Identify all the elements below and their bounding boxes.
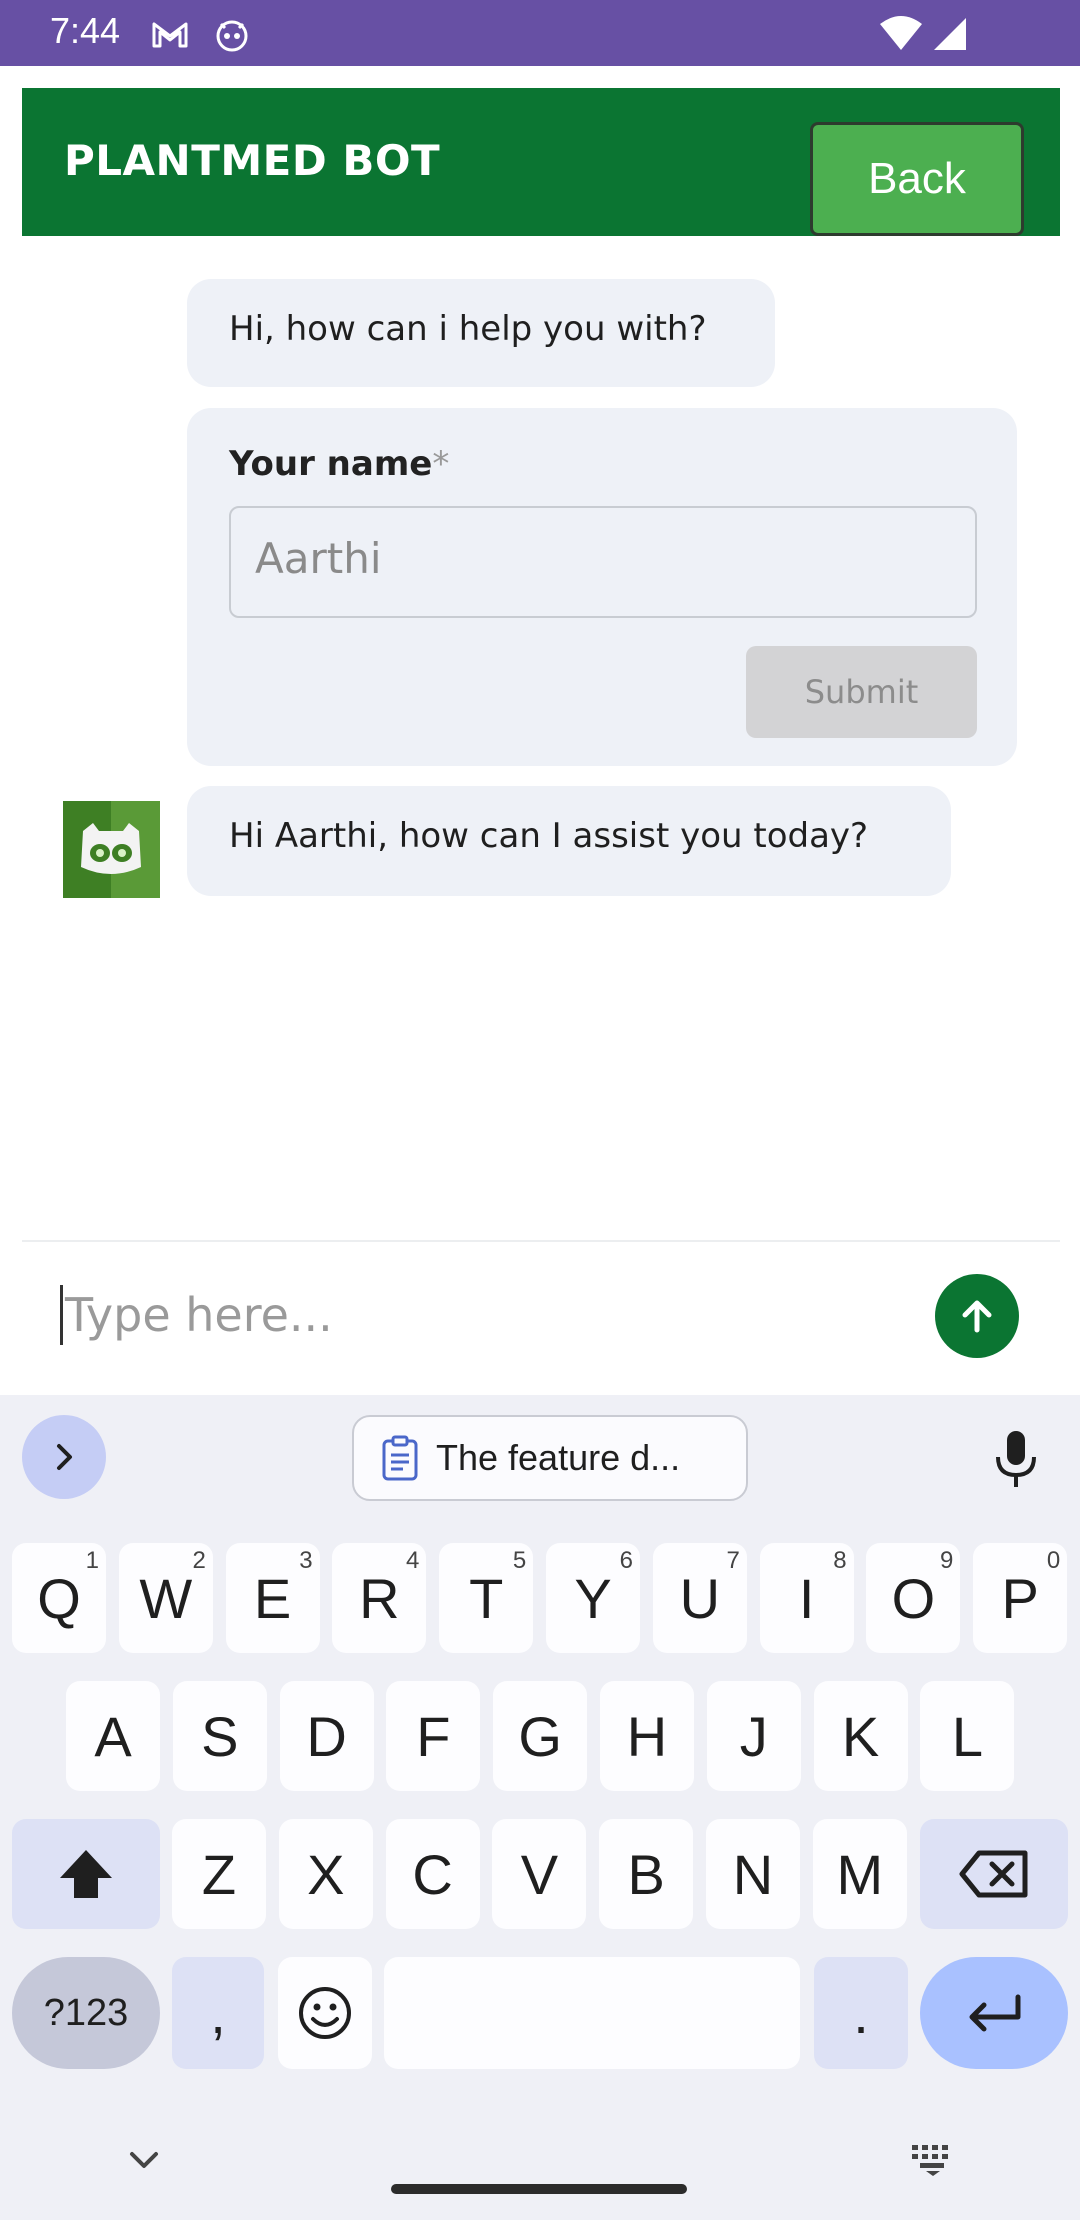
shift-key[interactable] bbox=[12, 1819, 160, 1929]
key-label: P bbox=[1001, 1566, 1039, 1630]
chevron-down-icon[interactable] bbox=[126, 2148, 162, 2172]
app-header: PLANTMED BOT Back bbox=[22, 88, 1060, 236]
robot-icon bbox=[63, 801, 160, 898]
key-label: Q bbox=[37, 1566, 81, 1630]
comma-key[interactable]: , bbox=[172, 1957, 264, 2069]
key-hint: 8 bbox=[833, 1547, 847, 1574]
name-label-text: Your name bbox=[229, 444, 433, 484]
clipboard-suggestion[interactable]: The feature d... bbox=[352, 1415, 748, 1501]
key-hint: 3 bbox=[299, 1547, 313, 1574]
key-d[interactable]: D bbox=[279, 1681, 374, 1791]
key-z[interactable]: Z bbox=[172, 1819, 266, 1929]
key-j[interactable]: J bbox=[706, 1681, 801, 1791]
key-p[interactable]: P0 bbox=[973, 1543, 1068, 1653]
key-y[interactable]: Y6 bbox=[546, 1543, 640, 1653]
key-hint: 6 bbox=[619, 1547, 633, 1574]
emoji-icon bbox=[299, 1987, 351, 2039]
required-mark: * bbox=[432, 444, 450, 484]
key-v[interactable]: V bbox=[492, 1819, 587, 1929]
page-title: PLANTMED BOT bbox=[64, 136, 441, 185]
keyboard-expand-button[interactable] bbox=[22, 1415, 106, 1499]
send-button[interactable] bbox=[935, 1274, 1019, 1358]
period-key[interactable]: . bbox=[814, 1957, 908, 2069]
key-o[interactable]: O9 bbox=[866, 1543, 961, 1653]
enter-icon bbox=[969, 1994, 1021, 2032]
gesture-nav-handle[interactable] bbox=[391, 2184, 687, 2194]
key-label: W bbox=[139, 1566, 193, 1630]
space-key[interactable] bbox=[384, 1957, 800, 2069]
soft-keyboard: The feature d... ?123 , . Q 1 W 2 E 3 R … bbox=[0, 1395, 1080, 2220]
key-t[interactable]: T5 bbox=[439, 1543, 534, 1653]
key-e[interactable]: E3 bbox=[225, 1543, 320, 1653]
notification-icon bbox=[216, 20, 248, 52]
message-input[interactable]: Type here... bbox=[60, 1285, 900, 1345]
name-field-label: Your name* bbox=[229, 444, 449, 484]
key-hint: 7 bbox=[726, 1547, 740, 1574]
key-w[interactable]: W2 bbox=[118, 1543, 213, 1653]
bot-avatar bbox=[63, 801, 160, 898]
key-hint: 2 bbox=[192, 1547, 206, 1574]
key-label: O bbox=[891, 1566, 936, 1630]
symbols-key[interactable]: ?123 bbox=[12, 1957, 160, 2069]
key-f[interactable]: F bbox=[386, 1681, 481, 1791]
enter-key[interactable] bbox=[920, 1957, 1068, 2069]
signal-icon bbox=[934, 18, 966, 50]
status-bar: 7:44 bbox=[0, 0, 1080, 66]
key-label: Y bbox=[574, 1566, 612, 1630]
status-time: 7:44 bbox=[50, 10, 121, 51]
key-label: E bbox=[253, 1566, 292, 1630]
key-k[interactable]: K bbox=[813, 1681, 908, 1791]
arrow-up-icon bbox=[962, 1300, 992, 1333]
key-q[interactable]: Q1 bbox=[12, 1543, 106, 1653]
composer-divider bbox=[22, 1240, 1060, 1242]
key-label: I bbox=[798, 1566, 815, 1630]
emoji-key[interactable] bbox=[278, 1957, 372, 2069]
backspace-icon bbox=[959, 1850, 1028, 1898]
back-button[interactable]: Back bbox=[810, 122, 1024, 236]
key-s[interactable]: S bbox=[172, 1681, 267, 1791]
wifi-icon bbox=[880, 16, 922, 50]
key-hint: 0 bbox=[1046, 1547, 1061, 1574]
bot-message-greeting: Hi, how can i help you with? bbox=[187, 279, 775, 387]
key-r[interactable]: R4 bbox=[332, 1543, 427, 1653]
key-x[interactable]: X bbox=[278, 1819, 373, 1929]
shift-icon bbox=[60, 1850, 112, 1898]
key-hint: 1 bbox=[85, 1547, 99, 1574]
name-input[interactable]: Aarthi bbox=[229, 506, 977, 618]
key-a[interactable]: A bbox=[66, 1681, 160, 1791]
clipboard-text: The feature d... bbox=[436, 1437, 681, 1478]
submit-button[interactable]: Submit bbox=[746, 646, 977, 738]
microphone-icon[interactable] bbox=[990, 1429, 1042, 1489]
backspace-key[interactable] bbox=[920, 1819, 1068, 1929]
key-b[interactable]: B bbox=[599, 1819, 694, 1929]
key-g[interactable]: G bbox=[493, 1681, 588, 1791]
key-hint: 9 bbox=[940, 1547, 954, 1574]
key-h[interactable]: H bbox=[600, 1681, 694, 1791]
key-hint: 5 bbox=[512, 1547, 527, 1574]
key-l[interactable]: L bbox=[920, 1681, 1015, 1791]
key-i[interactable]: I8 bbox=[759, 1543, 854, 1653]
key-c[interactable]: C bbox=[385, 1819, 480, 1929]
bot-message-reply: Hi Aarthi, how can I assist you today? bbox=[187, 786, 951, 896]
key-n[interactable]: N bbox=[706, 1819, 800, 1929]
name-form-card: Your name* Aarthi Submit bbox=[187, 408, 1017, 766]
key-m[interactable]: M bbox=[812, 1819, 907, 1929]
clipboard-icon bbox=[382, 1435, 418, 1481]
key-u[interactable]: U7 bbox=[652, 1543, 747, 1653]
chevron-right-icon bbox=[57, 1444, 72, 1470]
keyboard-switch-icon[interactable] bbox=[910, 2143, 956, 2177]
key-label: R bbox=[359, 1566, 400, 1630]
key-hint: 4 bbox=[406, 1547, 420, 1574]
gmail-icon bbox=[152, 22, 188, 48]
key-label: T bbox=[469, 1566, 504, 1630]
key-label: U bbox=[679, 1566, 721, 1630]
